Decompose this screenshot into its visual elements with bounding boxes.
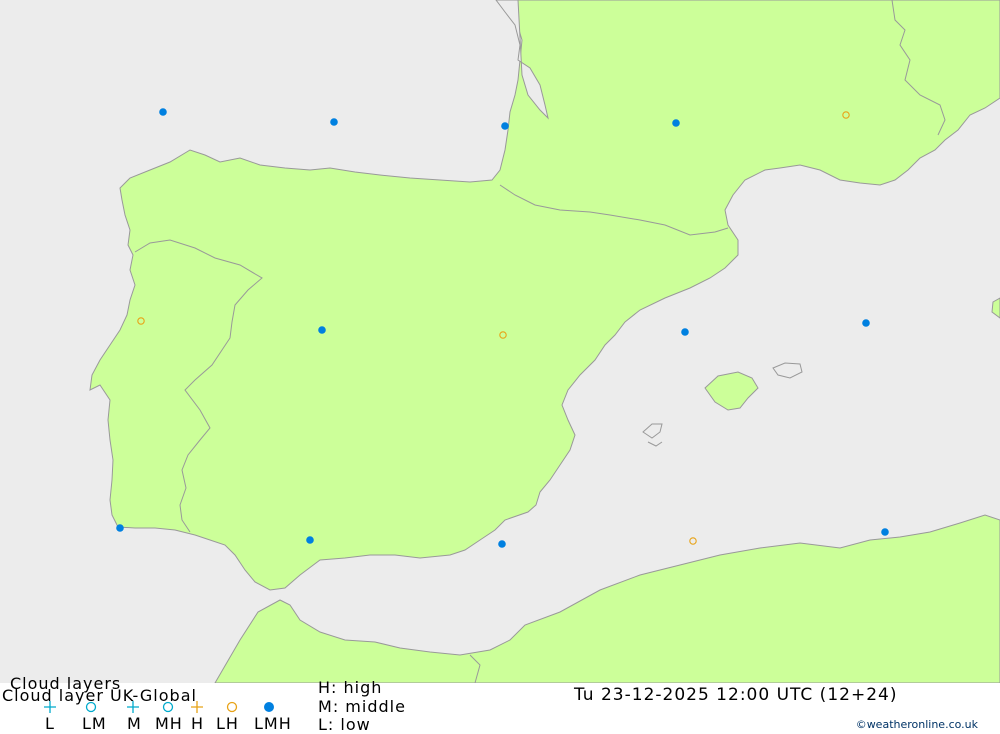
layer-key-middle-desc: middle: [345, 697, 406, 716]
layer-key-middle: M: middle: [318, 697, 406, 716]
legend-bar: Cloud layers Cloud layer UK-Global Tu 23…: [0, 676, 1000, 734]
credit-link[interactable]: ©weatheronline.co.uk: [856, 718, 978, 731]
layer-key-middle-code: M: [318, 697, 333, 716]
blue-filled-dot-icon: [264, 702, 274, 712]
legend-label-lmh: LMH: [254, 714, 292, 733]
cloud-marker-lmh: [681, 328, 689, 336]
orange-plus-icon: [191, 701, 203, 713]
cloud-marker-lmh: [318, 326, 326, 334]
legend-label-mh: MH: [155, 714, 183, 733]
cloud-marker-lmh: [330, 118, 338, 126]
layer-key-low-desc: low: [340, 715, 371, 734]
legend-label-l: L: [45, 714, 55, 733]
cloud-marker-lmh: [862, 319, 870, 327]
layer-key-low: L: low: [318, 715, 371, 734]
layer-key-high: H: high: [318, 678, 383, 697]
cloud-marker-lmh: [116, 524, 124, 532]
cyan-circle-icon: [162, 701, 174, 713]
cloud-marker-lmh: [159, 108, 167, 116]
layer-key-high-code: H: [318, 678, 332, 697]
cloud-marker-lmh: [306, 536, 314, 544]
cyan-circle-icon: [85, 701, 97, 713]
cloud-marker-lmh: [501, 122, 509, 130]
legend-label-lm: LM: [82, 714, 107, 733]
legend-label-m: M: [127, 714, 142, 733]
layer-key-low-code: L: [318, 715, 328, 734]
orange-circle-icon: [226, 701, 238, 713]
datetime-label: Tu 23-12-2025 12:00 UTC (12+24): [574, 685, 898, 705]
legend-label-lh: LH: [216, 714, 239, 733]
cloud-marker-lmh: [672, 119, 680, 127]
cloud-marker-lmh: [498, 540, 506, 548]
legend-label-h: H: [191, 714, 205, 733]
cloud-marker-lmh: [881, 528, 889, 536]
cyan-plus-icon: [44, 701, 56, 713]
cyan-plus-icon: [127, 701, 139, 713]
layer-key-high-desc: high: [343, 678, 383, 697]
weather-map: [0, 0, 1000, 683]
